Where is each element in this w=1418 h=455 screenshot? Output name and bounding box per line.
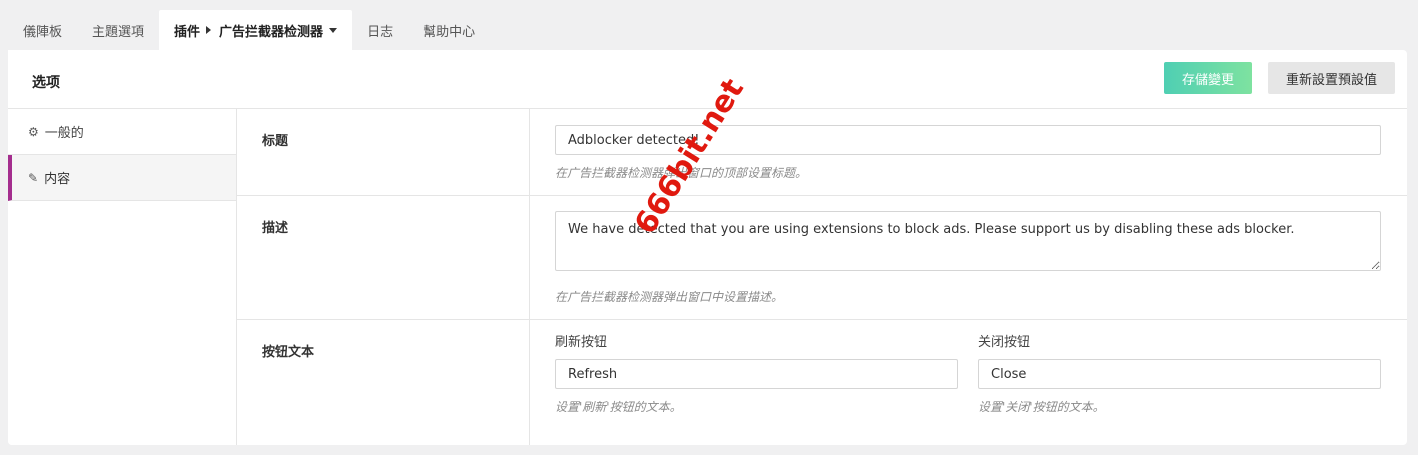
button-text-row: 按钮文本 刷新按钮 设置'刷新'按钮的文本。 关闭按钮 设置'关闭'按钮的文本。 (237, 320, 1407, 445)
title-row: 标题 在广告拦截器检测器弹出窗口的顶部设置标题。 (237, 109, 1407, 196)
tab-help-center-label: 幫助中心 (423, 24, 476, 40)
chevron-down-icon[interactable] (329, 27, 338, 33)
tab-plugins[interactable]: 插件 广告拦截器检测器 (159, 10, 353, 50)
tab-theme-options-label: 主題選項 (92, 24, 145, 40)
refresh-label: 刷新按钮 (555, 335, 608, 350)
button-text-label: 按钮文本 (237, 320, 530, 445)
edit-icon: ✎ (28, 170, 39, 185)
refresh-field-group: 刷新按钮 设置'刷新'按钮的文本。 (555, 331, 958, 415)
tab-plugins-sub-label: 广告拦截器检测器 (219, 24, 324, 40)
reset-defaults-button[interactable]: 重新設置預設值 (1268, 62, 1395, 94)
sidebar-item-label: 内容 (44, 172, 71, 187)
tab-dashboard-label: 儀陣板 (23, 24, 63, 40)
tab-plugins-label: 插件 (174, 24, 201, 40)
content-area: 标题 在广告拦截器检测器弹出窗口的顶部设置标题。 描述 We have dete… (237, 109, 1407, 445)
panel-header: 选项 存儲變更 重新設置預設值 (8, 50, 1407, 109)
caret-right-icon (206, 26, 212, 34)
sidebar-item-general[interactable]: ⚙ 一般的 (8, 109, 236, 155)
description-label: 描述 (237, 196, 530, 319)
close-input[interactable] (978, 359, 1381, 389)
description-field-group: We have detected that you are using exte… (555, 211, 1381, 305)
tab-log[interactable]: 日志 (352, 10, 408, 50)
options-panel: 选项 存儲變更 重新設置預設值 ⚙ 一般的 ✎ 内容 标题 在广告拦截器检测器弹… (8, 50, 1407, 445)
title-field-group: 在广告拦截器检测器弹出窗口的顶部设置标题。 (555, 125, 1381, 181)
tab-theme-options[interactable]: 主題選項 (77, 10, 159, 50)
tab-help-center[interactable]: 幫助中心 (408, 10, 490, 50)
sidebar: ⚙ 一般的 ✎ 内容 (8, 109, 237, 445)
sidebar-item-content[interactable]: ✎ 内容 (8, 155, 236, 201)
refresh-help: 设置'刷新'按钮的文本。 (555, 400, 682, 414)
close-field-group: 关闭按钮 设置'关闭'按钮的文本。 (978, 331, 1381, 415)
title-input[interactable] (555, 125, 1381, 155)
save-changes-button[interactable]: 存儲變更 (1164, 62, 1252, 94)
sidebar-item-label: 一般的 (44, 126, 84, 141)
top-tabs: 儀陣板 主題選項 插件 广告拦截器检测器 日志 幫助中心 (8, 10, 490, 50)
description-row: 描述 We have detected that you are using e… (237, 196, 1407, 320)
refresh-input[interactable] (555, 359, 958, 389)
description-help: 在广告拦截器检测器弹出窗口中设置描述。 (555, 290, 784, 304)
tab-log-label: 日志 (367, 24, 394, 40)
title-label: 标题 (237, 109, 530, 195)
description-textarea[interactable]: We have detected that you are using exte… (555, 211, 1381, 271)
page-title: 选项 (32, 75, 60, 91)
tab-dashboard[interactable]: 儀陣板 (8, 10, 77, 50)
title-help: 在广告拦截器检测器弹出窗口的顶部设置标题。 (555, 166, 808, 180)
close-help: 设置'关闭'按钮的文本。 (978, 400, 1105, 414)
close-label: 关闭按钮 (978, 335, 1031, 350)
gear-icon: ⚙ (28, 124, 39, 139)
